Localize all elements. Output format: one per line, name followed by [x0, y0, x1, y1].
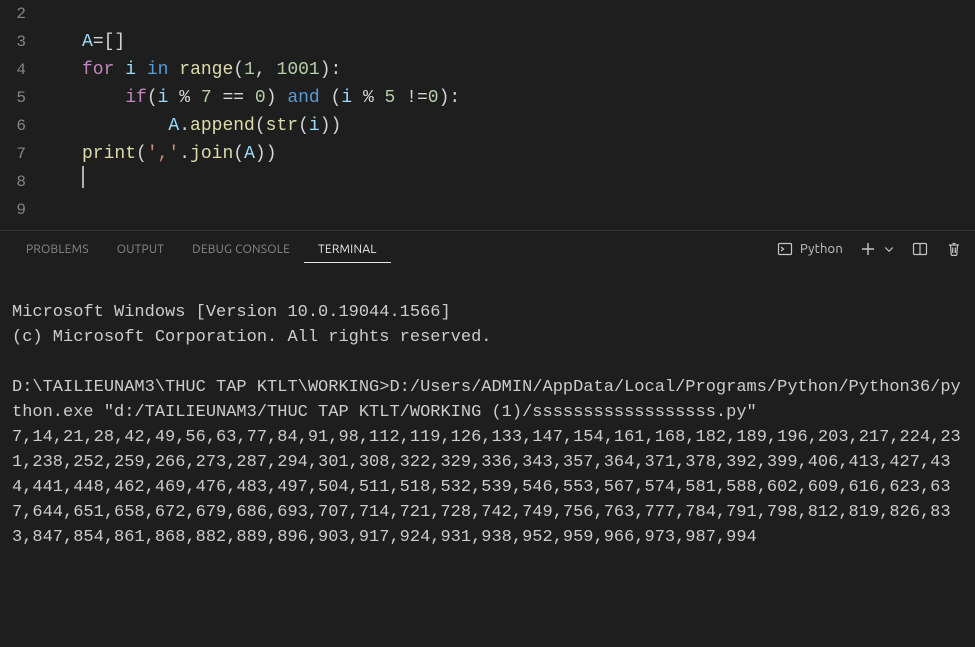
line-number: 5 — [0, 84, 50, 112]
editor-line[interactable]: 5 if(i % 7 == 0) and (i % 5 !=0): — [0, 84, 975, 112]
terminal-line: Microsoft Windows [Version 10.0.19044.15… — [12, 303, 451, 322]
panel-tab-bar: PROBLEMS OUTPUT DEBUG CONSOLE TERMINAL P… — [0, 231, 975, 267]
code-content[interactable]: if(i % 7 == 0) and (i % 5 !=0): — [50, 84, 460, 112]
code-content[interactable]: for i in range(1, 1001): — [50, 56, 341, 84]
code-content[interactable]: print(','.join(A)) — [50, 140, 277, 168]
split-terminal-icon[interactable] — [911, 240, 929, 258]
text-cursor — [82, 166, 84, 188]
terminal-line: 7,14,21,28,42,49,56,63,77,84,91,98,112,1… — [12, 428, 961, 547]
line-number: 3 — [0, 28, 50, 56]
terminal-icon — [776, 240, 794, 258]
editor-line[interactable]: 7print(','.join(A)) — [0, 140, 975, 168]
bottom-panel: PROBLEMS OUTPUT DEBUG CONSOLE TERMINAL P… — [0, 230, 975, 647]
trash-icon[interactable] — [945, 240, 963, 258]
editor-line[interactable]: 3A=[] — [0, 28, 975, 56]
line-number: 7 — [0, 140, 50, 168]
chevron-down-icon[interactable] — [883, 240, 895, 258]
code-content[interactable]: A.append(str(i)) — [50, 112, 341, 140]
terminal-shell-label: Python — [800, 242, 843, 256]
terminal-output[interactable]: Microsoft Windows [Version 10.0.19044.15… — [0, 267, 975, 583]
line-number: 4 — [0, 56, 50, 84]
line-number: 2 — [0, 0, 50, 28]
line-number: 9 — [0, 196, 50, 224]
code-content[interactable] — [50, 166, 84, 198]
editor-line[interactable]: 9 — [0, 196, 975, 224]
code-editor[interactable]: 23A=[]4for i in range(1, 1001):5 if(i % … — [0, 0, 975, 230]
editor-line[interactable]: 8 — [0, 168, 975, 196]
editor-line[interactable]: 4for i in range(1, 1001): — [0, 56, 975, 84]
tab-terminal[interactable]: TERMINAL — [304, 235, 390, 263]
tab-debug-console[interactable]: DEBUG CONSOLE — [178, 235, 304, 263]
terminal-shell-selector[interactable]: Python — [776, 240, 843, 258]
tab-problems[interactable]: PROBLEMS — [12, 235, 103, 263]
terminal-line: D:\TAILIEUNAM3\THUC TAP KTLT\WORKING>D:/… — [12, 378, 961, 422]
new-terminal-icon[interactable] — [859, 240, 877, 258]
terminal-line: (c) Microsoft Corporation. All rights re… — [12, 328, 491, 347]
tab-output[interactable]: OUTPUT — [103, 235, 178, 263]
line-number: 8 — [0, 168, 50, 196]
editor-line[interactable]: 6 A.append(str(i)) — [0, 112, 975, 140]
line-number: 6 — [0, 112, 50, 140]
editor-line[interactable]: 2 — [0, 0, 975, 28]
code-content[interactable]: A=[] — [50, 28, 125, 56]
